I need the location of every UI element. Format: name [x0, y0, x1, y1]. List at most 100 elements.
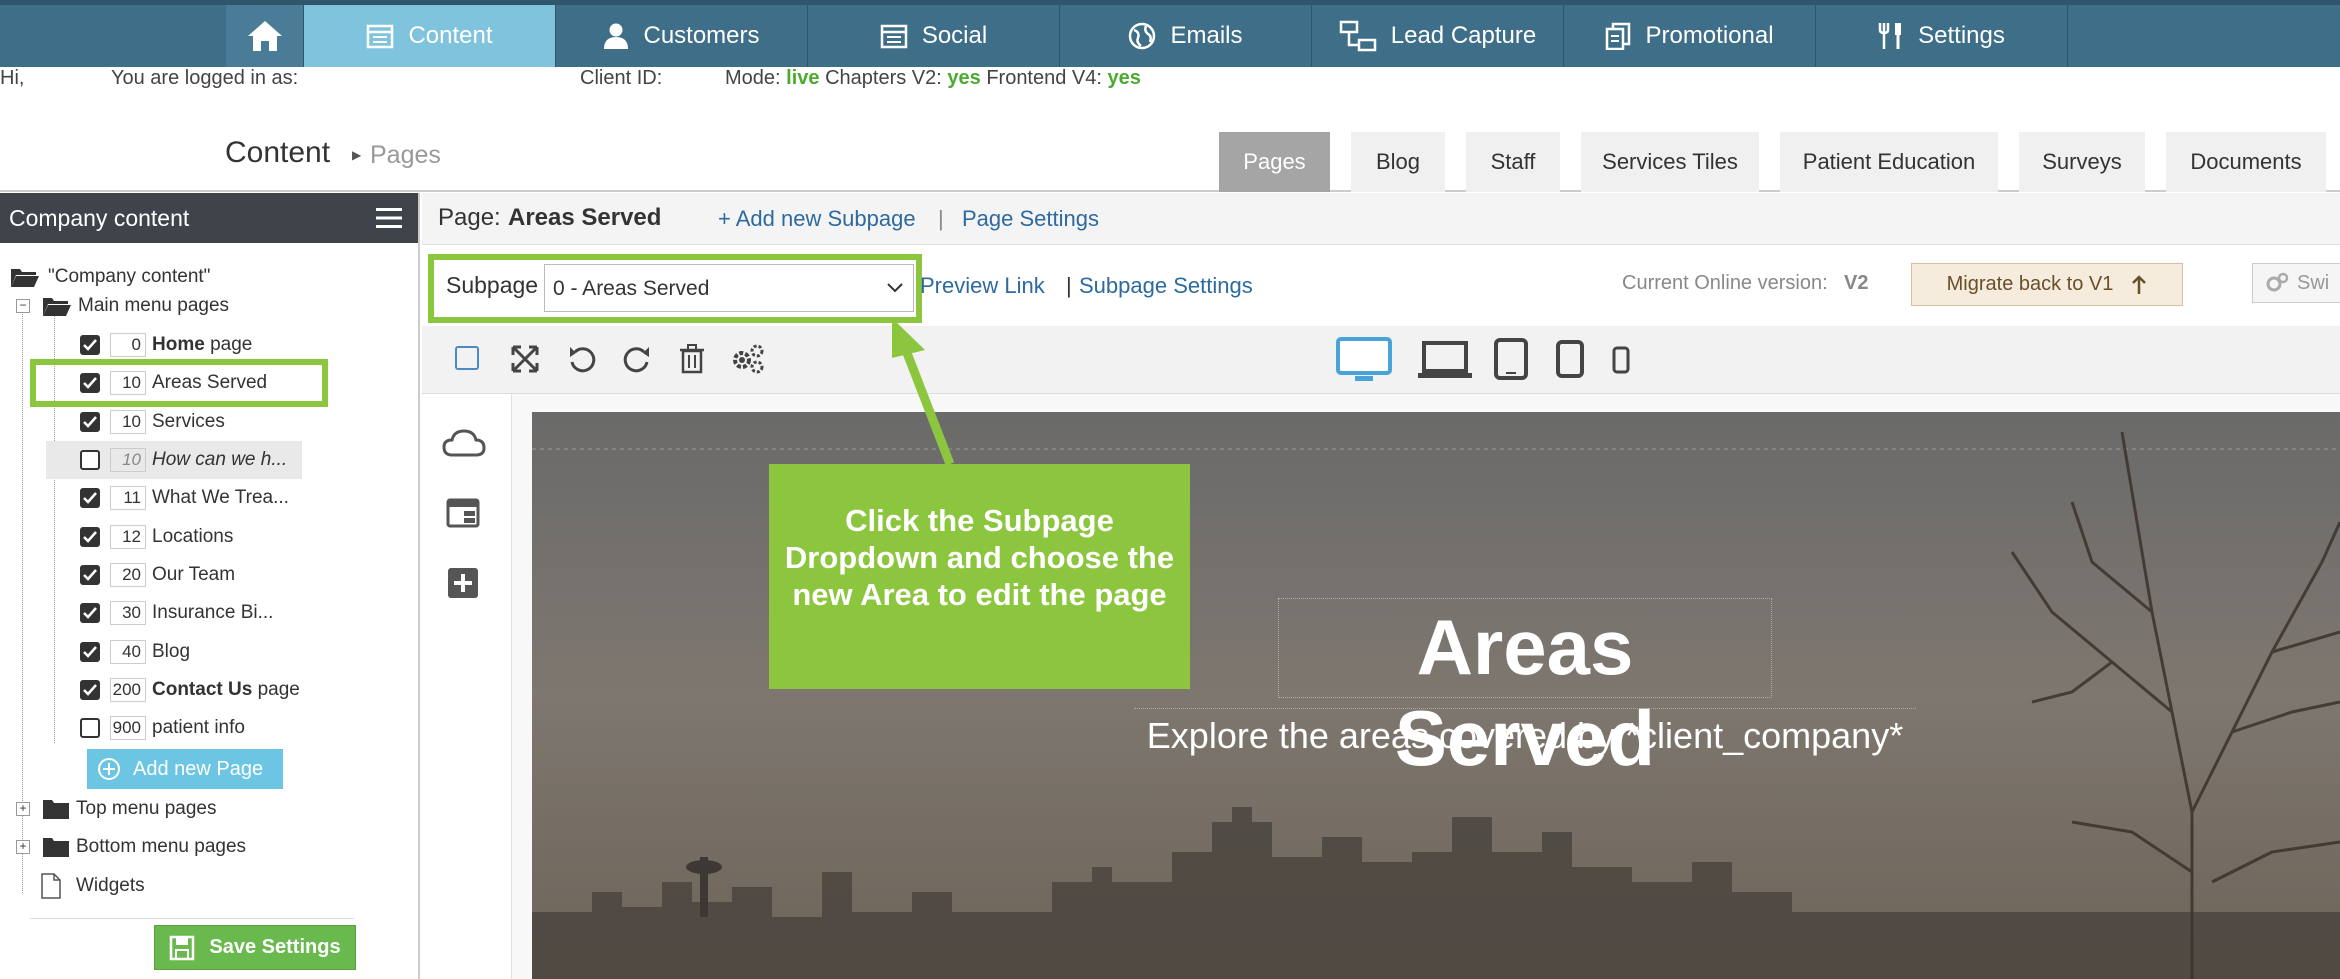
- page-label: patient info: [152, 717, 245, 738]
- subpage-bar: Subpage 0 - Areas Served Preview Link | …: [422, 246, 2340, 326]
- switch-button[interactable]: Swi: [2252, 263, 2340, 303]
- order-input[interactable]: 200: [110, 678, 146, 702]
- checkbox[interactable]: [80, 642, 100, 662]
- tree-top-menu-label: Top menu pages: [76, 798, 217, 819]
- checkbox[interactable]: [80, 412, 100, 432]
- undo-icon[interactable]: [567, 344, 597, 374]
- folder-icon: [43, 838, 69, 857]
- cloud-icon[interactable]: [442, 428, 486, 458]
- collapse-icon[interactable]: −: [16, 299, 30, 313]
- tab-blog[interactable]: Blog: [1351, 132, 1445, 192]
- checkbox[interactable]: [80, 565, 100, 585]
- page-row-services[interactable]: 10 Services: [80, 407, 225, 437]
- page-row-locations[interactable]: 12 Locations: [80, 522, 233, 552]
- nav-lead-capture-label: Lead Capture: [1390, 22, 1537, 49]
- add-block-icon[interactable]: [447, 567, 479, 599]
- content-header: Content ▶ Pages Pages Blog Staff Service…: [0, 120, 2340, 192]
- preview-link[interactable]: Preview Link: [920, 273, 1045, 299]
- order-input[interactable]: 40: [110, 640, 146, 664]
- nav-content-label: Content: [408, 22, 493, 49]
- home-button[interactable]: [226, 5, 304, 67]
- page-settings-link[interactable]: Page Settings: [962, 206, 1099, 232]
- trash-icon[interactable]: [679, 344, 705, 374]
- checkbox[interactable]: [80, 488, 100, 508]
- folder-open-icon: [11, 269, 39, 287]
- checkbox[interactable]: [80, 335, 100, 355]
- checkbox[interactable]: [80, 680, 100, 700]
- checkbox[interactable]: [80, 450, 100, 470]
- redo-icon[interactable]: [622, 344, 652, 374]
- hamburger-menu-icon[interactable]: [376, 206, 402, 230]
- order-input[interactable]: 30: [110, 601, 146, 625]
- nav-settings-label: Settings: [1918, 22, 2005, 49]
- phone-icon[interactable]: [1612, 346, 1630, 374]
- page-row-patient-info[interactable]: 900 patient info: [80, 713, 245, 743]
- tree-widgets[interactable]: Widgets: [40, 871, 145, 901]
- order-input[interactable]: 900: [110, 716, 146, 740]
- add-new-page-button[interactable]: Add new Page: [87, 749, 283, 789]
- tab-services-tiles[interactable]: Services Tiles: [1581, 132, 1759, 192]
- order-input[interactable]: 12: [110, 525, 146, 549]
- page-row-what-we-treat[interactable]: 11 What We Trea...: [80, 483, 289, 513]
- subpage-select[interactable]: 0 - Areas Served: [544, 264, 914, 312]
- page-row-blog[interactable]: 40 Blog: [80, 637, 190, 667]
- tab-staff[interactable]: Staff: [1466, 132, 1560, 192]
- tablet-small-icon[interactable]: [1556, 340, 1584, 378]
- layout-icon[interactable]: [446, 498, 480, 528]
- page-row-insurance[interactable]: 30 Insurance Bi...: [80, 598, 273, 628]
- page-row-home[interactable]: 0 Home page: [80, 330, 252, 360]
- calendar-icon: [367, 24, 394, 49]
- order-input[interactable]: 0: [110, 333, 146, 357]
- subpage-settings-link[interactable]: Subpage Settings: [1079, 273, 1253, 299]
- page-row-contact-us[interactable]: 200 Contact Us page: [80, 675, 300, 705]
- tree-top-menu[interactable]: + Top menu pages: [16, 794, 217, 824]
- laptop-icon[interactable]: [1416, 340, 1474, 380]
- checkbox[interactable]: [80, 718, 100, 738]
- gears-icon: [2266, 272, 2289, 292]
- page-label-bold: Contact Us: [152, 679, 253, 700]
- checkbox[interactable]: [80, 603, 100, 623]
- add-new-subpage-link[interactable]: + Add new Subpage: [718, 206, 916, 232]
- tab-documents[interactable]: Documents: [2166, 132, 2326, 192]
- nav-promotional[interactable]: Promotional: [1564, 5, 1816, 67]
- check-icon: [83, 492, 97, 504]
- tab-pages[interactable]: Pages: [1219, 132, 1330, 192]
- mode-info: Mode: live Chapters V2: yes Frontend V4:…: [725, 67, 1141, 89]
- tab-surveys[interactable]: Surveys: [2019, 132, 2145, 192]
- nav-settings[interactable]: Settings: [1816, 5, 2068, 67]
- expand-icon[interactable]: [510, 344, 540, 374]
- migrate-button[interactable]: Migrate back to V1: [1911, 263, 2183, 306]
- page-label: Insurance Bi...: [152, 602, 274, 623]
- nav-customers[interactable]: Customers: [556, 5, 808, 67]
- save-settings-button[interactable]: Save Settings: [154, 925, 356, 970]
- select-icon[interactable]: [455, 346, 479, 370]
- tree-root[interactable]: "Company content": [10, 262, 210, 292]
- nav-social[interactable]: Social: [808, 5, 1060, 67]
- expand-icon[interactable]: +: [16, 802, 30, 816]
- order-input[interactable]: 20: [110, 563, 146, 587]
- editor-toolbar: [422, 326, 2340, 394]
- check-icon: [83, 684, 97, 696]
- page-row-how-can-we-help[interactable]: 10 How can we h...: [80, 445, 287, 475]
- plus-circle-icon: [98, 758, 120, 780]
- order-input[interactable]: 11: [110, 486, 146, 510]
- callout-arrow: [892, 318, 955, 466]
- nav-promotional-label: Promotional: [1645, 22, 1774, 49]
- desktop-icon[interactable]: [1335, 336, 1393, 384]
- expand-icon[interactable]: +: [16, 840, 30, 854]
- gears-icon[interactable]: [730, 342, 766, 376]
- page-row-our-team[interactable]: 20 Our Team: [80, 560, 235, 590]
- tablet-icon[interactable]: [1494, 338, 1528, 380]
- floppy-disk-icon: [170, 935, 195, 960]
- order-input[interactable]: 10: [110, 448, 146, 472]
- nav-emails[interactable]: Emails: [1060, 5, 1312, 67]
- nav-lead-capture[interactable]: Lead Capture: [1312, 5, 1564, 67]
- hero-subtitle[interactable]: Explore the areas covered by *client_com…: [1092, 715, 1958, 757]
- tab-patient-education[interactable]: Patient Education: [1780, 132, 1998, 192]
- checkbox[interactable]: [80, 527, 100, 547]
- breadcrumb: Pages: [370, 141, 441, 169]
- tree-bottom-menu[interactable]: + Bottom menu pages: [16, 832, 246, 862]
- nav-content[interactable]: Content: [304, 5, 556, 67]
- tree-main-menu[interactable]: − Main menu pages: [16, 291, 229, 321]
- order-input[interactable]: 10: [110, 410, 146, 434]
